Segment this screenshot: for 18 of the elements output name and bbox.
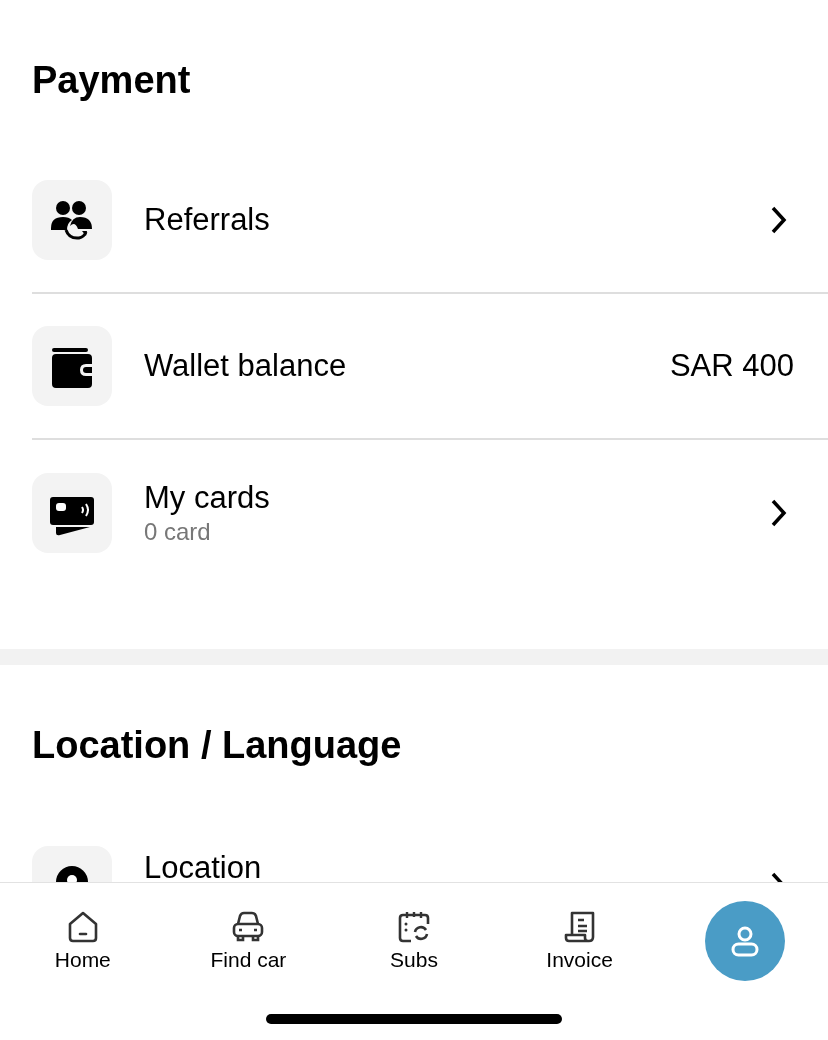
item-label: Referrals [144, 201, 271, 239]
receipt-icon [562, 909, 597, 944]
nav-tab[interactable]: Subs [331, 909, 497, 972]
item-sublabel: 0 card [144, 517, 212, 547]
calendar-icon [397, 909, 431, 944]
nav-tab[interactable]: Home [0, 909, 166, 972]
people-icon [32, 180, 112, 260]
section-heading: Payment [32, 58, 192, 103]
card-icon [32, 473, 112, 553]
section-heading: Location / Language [32, 723, 403, 768]
wallet-icon [32, 326, 112, 406]
item-label: Wallet balance [144, 347, 348, 385]
item-label: Location [144, 851, 263, 882]
nav-tab[interactable]: Find car [165, 909, 332, 972]
car-icon [231, 909, 266, 944]
balance-value: SAR 400 [669, 348, 794, 384]
nav-tab[interactable]: Invoice [496, 909, 663, 972]
item-label: My cards [144, 479, 271, 517]
